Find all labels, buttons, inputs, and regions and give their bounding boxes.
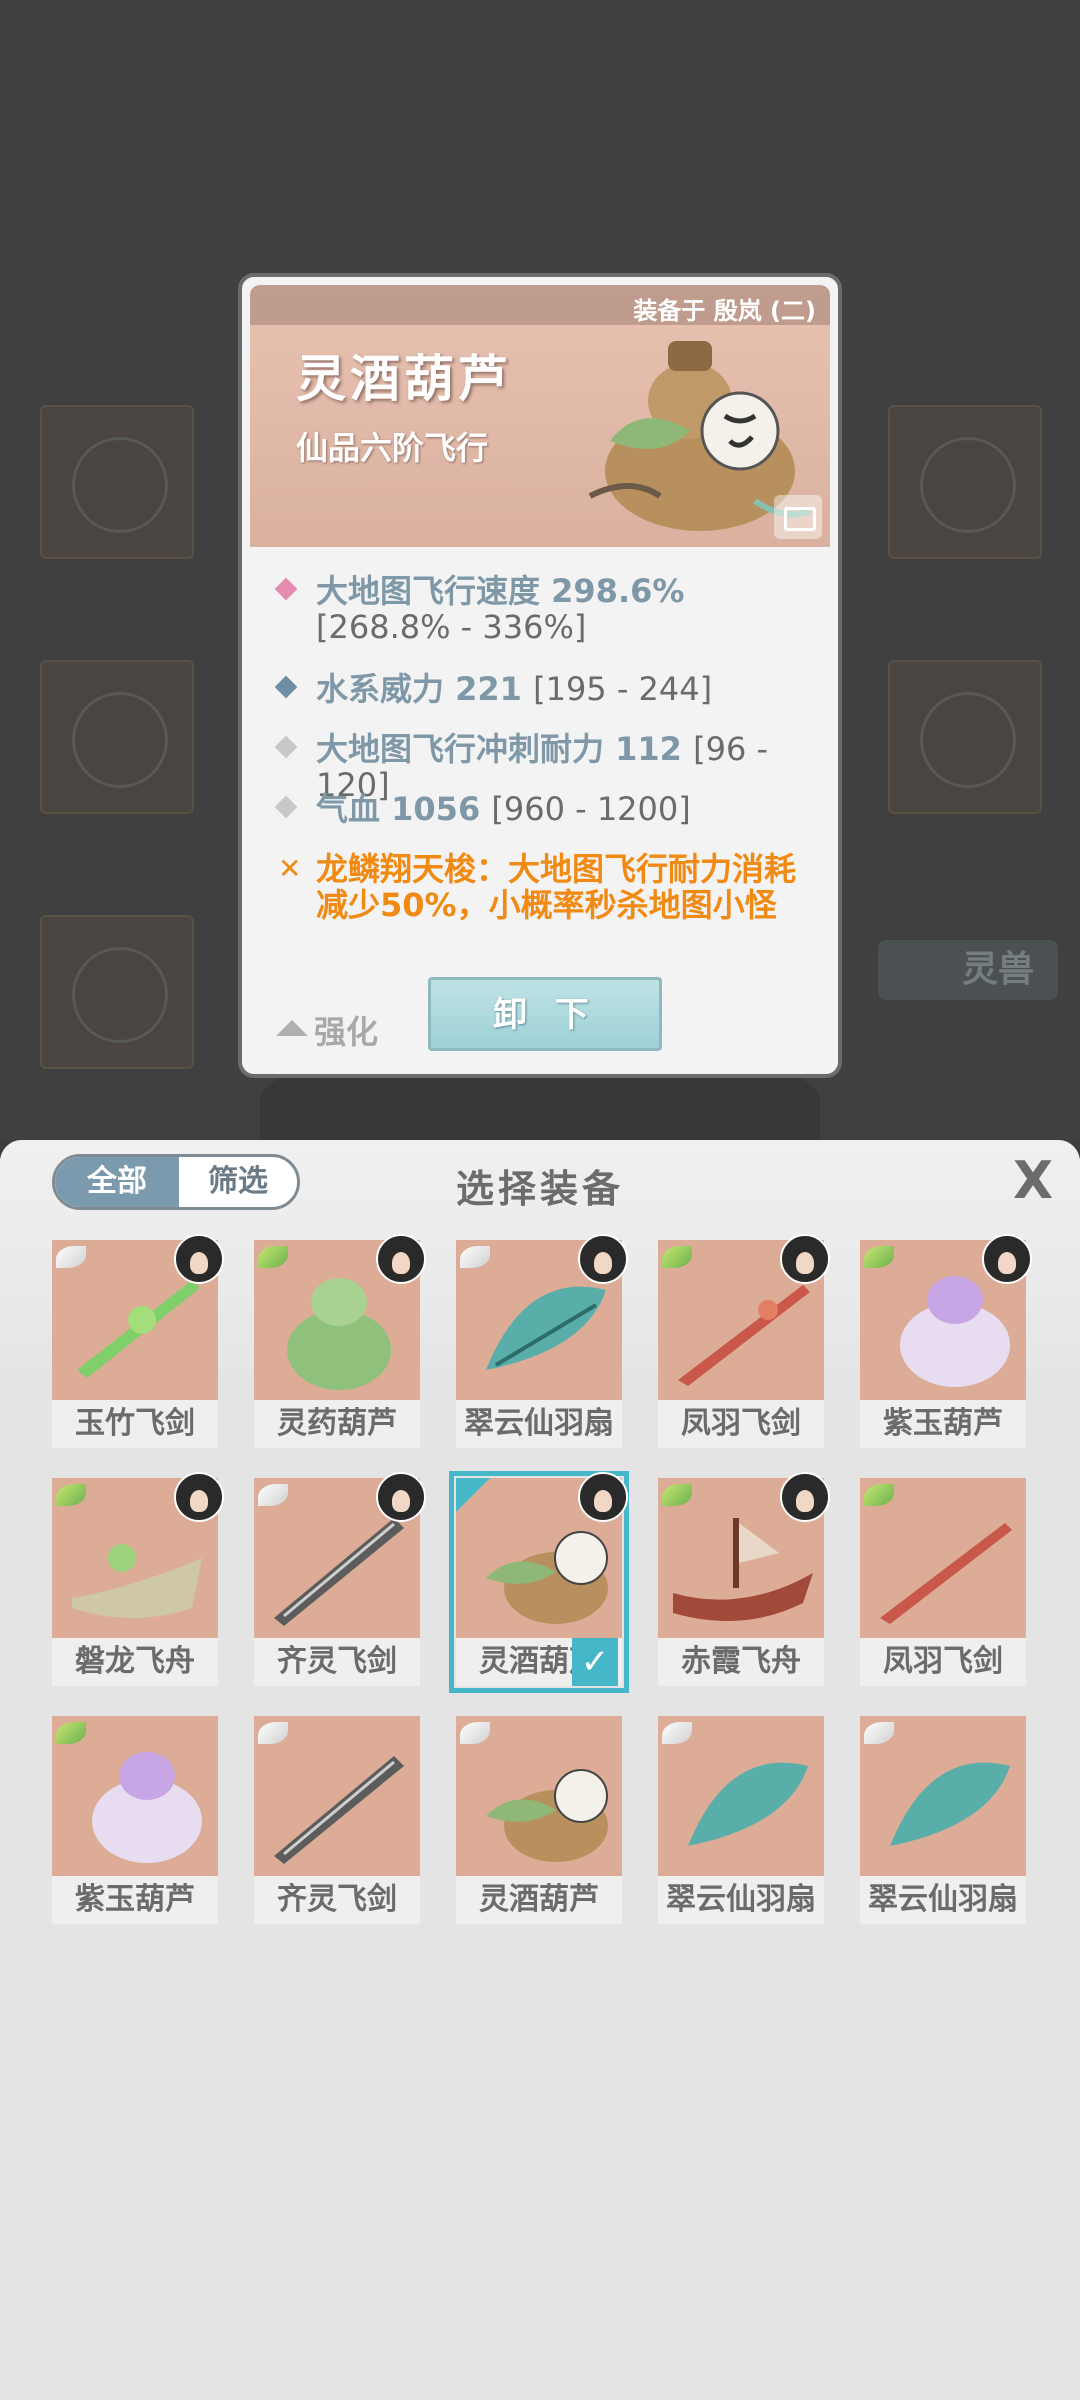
- equipment-item[interactable]: 紫玉葫芦: [860, 1234, 1032, 1448]
- item-label: 齐灵飞剑: [254, 1876, 420, 1924]
- equipment-item[interactable]: 齐灵飞剑: [254, 1716, 420, 1924]
- stat-range: [195 - 244]: [533, 670, 713, 708]
- equipment-item[interactable]: 齐灵飞剑: [254, 1472, 426, 1686]
- owner-avatar: [174, 1234, 224, 1284]
- stat-label: 大地图飞行速度 298.6%: [316, 572, 685, 610]
- special-effect: ✕ 龙鳞翔天梭：大地图飞行耐力消耗减少50%，小概率秒杀地图小怪: [278, 851, 818, 923]
- close-button[interactable]: X: [1006, 1154, 1060, 1208]
- equipment-item[interactable]: 玉竹飞剑: [52, 1234, 224, 1448]
- stat-range: [960 - 1200]: [491, 790, 691, 828]
- equipment-item[interactable]: 翠云仙羽扇: [658, 1716, 824, 1924]
- arrow-up-icon: [276, 1020, 308, 1036]
- panel-title: 选择装备: [455, 1167, 624, 1211]
- item-label: 翠云仙羽扇: [860, 1876, 1026, 1924]
- owner-avatar: [376, 1472, 426, 1522]
- enhance-button[interactable]: 强化: [276, 1007, 378, 1053]
- background-equip-slot: [888, 405, 1042, 559]
- selected-corner-icon: [456, 1478, 490, 1512]
- equipment-item[interactable]: 凤羽飞剑: [658, 1234, 830, 1448]
- stat-label: 水系威力 221: [316, 670, 522, 708]
- background-equip-slot: [888, 660, 1042, 814]
- pet-button: 灵兽: [878, 940, 1058, 1000]
- item-label: 灵药葫芦: [254, 1400, 420, 1448]
- item-label: 翠云仙羽扇: [456, 1400, 622, 1448]
- owner-avatar: [982, 1234, 1032, 1284]
- item-label: 赤霞飞舟: [658, 1638, 824, 1686]
- equipment-item[interactable]: 灵酒葫芦 ✓: [449, 1471, 629, 1693]
- owner-avatar: [780, 1472, 830, 1522]
- stat-label: 气血 1056: [316, 790, 481, 828]
- stat-row: 大地图飞行速度 298.6% [268.8% - 336%]: [274, 572, 818, 646]
- equipment-item[interactable]: 灵酒葫芦: [456, 1716, 622, 1924]
- stat-label: 大地图飞行冲刺耐力 112: [316, 730, 682, 768]
- special-effect-icon: ✕: [278, 852, 302, 885]
- item-name: 灵酒葫芦: [296, 350, 512, 408]
- item-detail-card: 装备于 殷岚 (二) 灵酒葫芦 仙品六阶飞行 大地图飞行速度 298.6% [2…: [238, 273, 842, 1078]
- item-label: 凤羽飞剑: [658, 1400, 824, 1448]
- equipment-select-panel: 全部 筛选 选择装备 X 玉竹飞剑 灵药葫芦 翠云仙羽扇 凤羽飞剑 紫玉葫芦 磐龙飞舟 齐灵…: [0, 1140, 1080, 2400]
- owner-avatar: [578, 1472, 628, 1522]
- share-icon[interactable]: [774, 495, 822, 539]
- owner-avatar: [376, 1234, 426, 1284]
- item-grade: 仙品六阶飞行: [296, 429, 489, 467]
- stat-row: 水系威力 221 [195 - 244]: [274, 670, 818, 708]
- background-equip-slot: [40, 660, 194, 814]
- equipment-item[interactable]: 磐龙飞舟: [52, 1472, 224, 1686]
- owner-avatar: [174, 1472, 224, 1522]
- stat-row: 气血 1056 [960 - 1200]: [274, 790, 818, 828]
- item-label: 紫玉葫芦: [52, 1876, 218, 1924]
- owner-avatar: [780, 1234, 830, 1284]
- check-icon: ✓: [572, 1638, 618, 1686]
- equipment-item[interactable]: 赤霞飞舟: [658, 1472, 830, 1686]
- equipment-item[interactable]: 灵药葫芦: [254, 1234, 426, 1448]
- item-label: 翠云仙羽扇: [658, 1876, 824, 1924]
- item-label: 凤羽飞剑: [860, 1638, 1026, 1686]
- background-equip-slot: [40, 405, 194, 559]
- special-effect-text: 龙鳞翔天梭：大地图飞行耐力消耗减少50%，小概率秒杀地图小怪: [316, 850, 797, 924]
- equipment-item[interactable]: 翠云仙羽扇: [860, 1716, 1026, 1924]
- equipment-grid: 玉竹飞剑 灵药葫芦 翠云仙羽扇 凤羽飞剑 紫玉葫芦 磐龙飞舟 齐灵飞剑 灵酒葫芦 ✓ 赤霞飞舟 凤羽…: [52, 1234, 1032, 1960]
- item-label: 灵酒葫芦: [456, 1876, 622, 1924]
- item-label: 紫玉葫芦: [860, 1400, 1026, 1448]
- equipment-item[interactable]: 凤羽飞剑: [860, 1478, 1026, 1686]
- item-label: 齐灵飞剑: [254, 1638, 420, 1686]
- equipment-item[interactable]: 紫玉葫芦: [52, 1716, 218, 1924]
- owner-avatar: [578, 1234, 628, 1284]
- item-label: 玉竹飞剑: [52, 1400, 218, 1448]
- item-label: 磐龙飞舟: [52, 1638, 218, 1686]
- enhance-label: 强化: [314, 1013, 379, 1051]
- equipment-item[interactable]: 翠云仙羽扇: [456, 1234, 628, 1448]
- item-header: 装备于 殷岚 (二) 灵酒葫芦 仙品六阶飞行: [250, 285, 830, 547]
- stat-range: [268.8% - 336%]: [316, 608, 587, 646]
- background-equip-slot: [40, 915, 194, 1069]
- unequip-button[interactable]: 卸 下: [428, 977, 662, 1051]
